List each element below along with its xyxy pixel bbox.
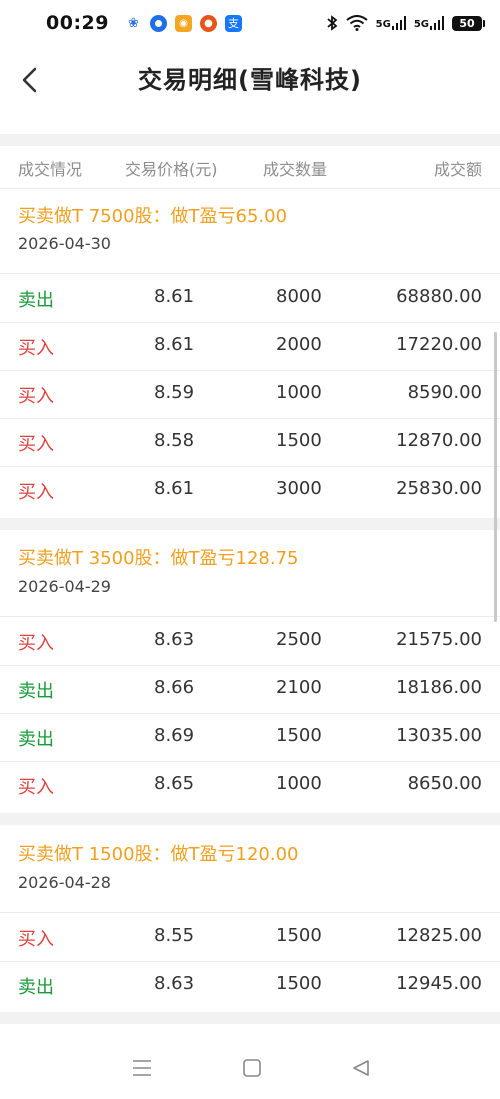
trade-qty: 2100 [276, 677, 322, 698]
trade-row[interactable]: 卖出 8.63 1500 12945.00 [0, 961, 500, 1009]
menu-button[interactable] [127, 1056, 157, 1080]
trade-amount: 18186.00 [396, 677, 482, 698]
trade-row[interactable]: 卖出 8.61 8000 68880.00 [0, 274, 500, 323]
col-header-amount: 成交额 [433, 160, 482, 179]
trade-amount: 25830.00 [396, 478, 482, 499]
status-time: 00:29 [46, 12, 109, 34]
network-type-label: 5G [375, 19, 391, 30]
trade-amount: 12945.00 [396, 973, 482, 994]
trade-price: 8.58 [154, 430, 195, 451]
trade-amount: 68880.00 [396, 286, 482, 307]
group-divider-strip [0, 518, 500, 530]
trade-qty: 3000 [276, 478, 322, 499]
trade-type: 买入 [18, 633, 54, 654]
trade-amount: 17220.00 [396, 334, 482, 355]
home-icon [243, 1059, 261, 1077]
signal-icon-2: 5G [414, 16, 444, 30]
group-date: 2026-04-29 [18, 577, 111, 596]
trade-price: 8.55 [154, 925, 195, 946]
title-bar: 交易明细(雪峰科技) [0, 46, 500, 134]
trade-amount: 12825.00 [396, 925, 482, 946]
divider-strip [0, 134, 500, 146]
trade-amount: 12870.00 [396, 430, 482, 451]
signal-icon: 5G [376, 16, 406, 30]
trade-type: 卖出 [18, 290, 54, 311]
trade-row[interactable]: 买入 8.65 1000 8650.00 [0, 761, 500, 809]
col-header-qty: 成交数量 [263, 160, 328, 179]
group-divider-strip [0, 813, 500, 825]
trade-type: 买入 [18, 338, 54, 359]
trade-type: 买入 [18, 482, 54, 503]
trade-qty: 2000 [276, 334, 322, 355]
status-left: 00:29 ❀ ◉ ● 支 [46, 12, 242, 34]
trade-row[interactable]: 买入 8.63 2500 21575.00 [0, 617, 500, 666]
trade-row[interactable]: 买入 8.58 1500 12870.00 [0, 418, 500, 467]
trade-row[interactable]: 卖出 8.66 2100 18186.00 [0, 665, 500, 714]
trade-row[interactable]: 买入 8.55 1500 12825.00 [0, 913, 500, 962]
trade-row[interactable]: 买入 8.59 1000 8590.00 [0, 370, 500, 419]
column-header: 成交情况 交易价格(元) 成交数量 成交额 [0, 146, 500, 189]
page-title: 交易明细(雪峰科技) [138, 66, 362, 94]
status-bar: 00:29 ❀ ◉ ● 支 5G 5G 50 [0, 0, 500, 46]
trade-row[interactable]: 买入 8.61 2000 17220.00 [0, 322, 500, 371]
trade-price: 8.61 [154, 334, 195, 355]
trade-price: 8.61 [154, 286, 195, 307]
trade-amount: 21575.00 [396, 629, 482, 650]
nav-back-button[interactable] [346, 1056, 376, 1080]
group-title: 买卖做T 3500股：做T盈亏128.75 [18, 548, 299, 569]
baidu-app-icon: ❀ [124, 14, 142, 32]
group-date: 2026-04-28 [18, 873, 111, 892]
group-title: 买卖做T 7500股：做T盈亏65.00 [18, 206, 288, 227]
home-button[interactable] [237, 1056, 267, 1080]
trade-type: 卖出 [18, 977, 54, 998]
trade-qty: 8000 [276, 286, 322, 307]
trade-price: 8.63 [154, 973, 195, 994]
trade-price: 8.61 [154, 478, 195, 499]
circle-app-icon [149, 14, 167, 32]
trade-qty: 1500 [276, 973, 322, 994]
trade-type: 买入 [18, 929, 54, 950]
trade-qty: 1500 [276, 925, 322, 946]
trade-price: 8.59 [154, 382, 195, 403]
battery-icon: 50 [452, 15, 485, 31]
menu-icon [133, 1060, 151, 1076]
orange-app-icon: ● [199, 14, 217, 32]
trade-qty: 2500 [276, 629, 322, 650]
trade-type: 卖出 [18, 681, 54, 702]
trade-price: 8.65 [154, 773, 195, 794]
trade-type: 买入 [18, 386, 54, 407]
trade-qty: 1500 [276, 725, 322, 746]
trade-price: 8.69 [154, 725, 195, 746]
trade-type: 卖出 [18, 729, 54, 750]
trade-row[interactable]: 买入 8.61 3000 25830.00 [0, 466, 500, 514]
wifi-icon [346, 15, 368, 31]
group-date: 2026-04-30 [18, 234, 111, 253]
system-nav-bar [0, 1036, 500, 1099]
network-type-label-2: 5G [413, 19, 429, 30]
trade-row[interactable]: 卖出 8.69 1500 13035.00 [0, 713, 500, 762]
status-right: 5G 5G 50 [326, 15, 485, 31]
back-triangle-icon [353, 1060, 369, 1076]
scrollbar[interactable] [494, 332, 497, 622]
trade-amount: 8590.00 [407, 382, 482, 403]
bluetooth-icon [327, 15, 338, 31]
trade-qty: 1000 [276, 382, 322, 403]
col-header-price: 交易价格(元) [125, 160, 218, 179]
trade-amount: 13035.00 [396, 725, 482, 746]
taobao-app-icon: ◉ [174, 14, 192, 32]
alipay-app-icon: 支 [224, 14, 242, 32]
group-title: 买卖做T 1500股：做T盈亏120.00 [18, 844, 299, 865]
col-header-status: 成交情况 [18, 160, 83, 179]
trade-type: 买入 [18, 434, 54, 455]
group-divider-strip [0, 1012, 500, 1024]
trade-type: 买入 [18, 777, 54, 798]
trade-qty: 1500 [276, 430, 322, 451]
trade-price: 8.63 [154, 629, 195, 650]
trade-qty: 1000 [276, 773, 322, 794]
trade-amount: 8650.00 [407, 773, 482, 794]
trade-price: 8.66 [154, 677, 195, 698]
